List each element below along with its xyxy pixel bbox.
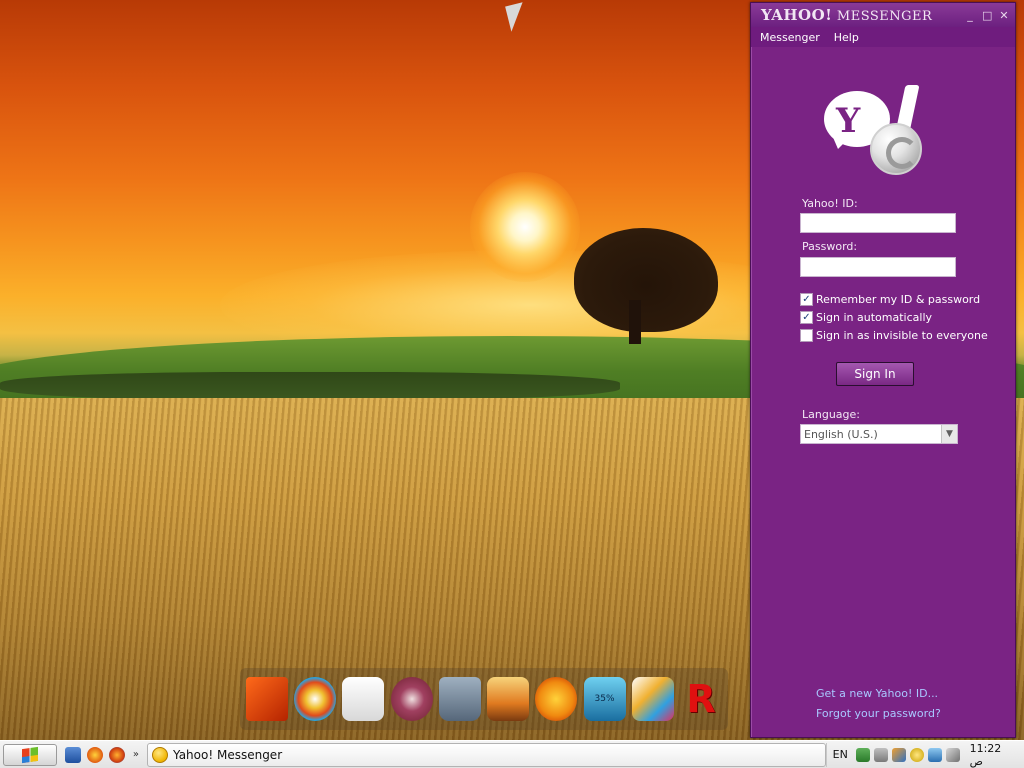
mouse-cursor-icon	[505, 2, 529, 32]
language-value: English (U.S.)	[804, 427, 878, 441]
clock[interactable]: 11:22 ص	[970, 742, 1018, 768]
close-button[interactable]: ✕	[999, 9, 1009, 22]
taskbar-item-label: Yahoo! Messenger	[173, 747, 283, 762]
quick-launch-more-button[interactable]: »	[133, 749, 139, 760]
tree-canopy	[574, 228, 718, 332]
windows-logo-icon[interactable]	[294, 677, 337, 721]
password-label: Password:	[802, 240, 858, 253]
internet-explorer-icon[interactable]	[535, 677, 578, 721]
dock: 35% R	[240, 668, 728, 730]
disc-icon[interactable]	[390, 677, 433, 721]
removable-drive-icon[interactable]	[342, 677, 385, 721]
smiley-icon	[152, 746, 169, 763]
windows-flag-icon	[21, 746, 38, 763]
recycle-bin-icon[interactable]	[438, 677, 481, 721]
yahoo-messenger-window: YAHOO! MESSENGER _ □ ✕ Messenger Help Y …	[750, 2, 1016, 738]
remember-label: Remember my ID & password	[816, 293, 981, 306]
display-settings-icon[interactable]	[891, 747, 906, 762]
window-buttons: _ □ ✕	[965, 9, 1009, 22]
taskbar: » Yahoo! Messenger EN 11:22 ص	[0, 740, 1024, 768]
auto-signin-label: Sign in automatically	[816, 311, 933, 324]
invisible-checkbox[interactable]	[800, 329, 813, 342]
speed-gauge-icon[interactable]: 35%	[583, 677, 626, 721]
remember-option[interactable]: ✓ Remember my ID & password	[800, 293, 980, 306]
invisible-option[interactable]: Sign in as invisible to everyone	[800, 329, 988, 342]
login-panel: Y Yahoo! ID: Password: ✓ Remember my ID …	[751, 47, 1015, 737]
tool-icon[interactable]	[945, 747, 960, 762]
media-player-icon[interactable]	[246, 677, 288, 721]
internet-explorer-icon[interactable]	[86, 746, 103, 763]
forgot-password-link[interactable]: Forgot your password?	[816, 707, 941, 720]
tree-trunk	[629, 300, 641, 344]
quick-launch: »	[64, 746, 139, 763]
sign-in-button[interactable]: Sign In	[836, 362, 914, 386]
network-icon[interactable]	[855, 747, 870, 762]
menu-messenger[interactable]: Messenger	[760, 31, 820, 44]
yahoo-id-input[interactable]	[800, 213, 956, 233]
sun	[470, 172, 580, 282]
logo-y-letter: Y	[836, 101, 861, 141]
taskbar-item-yahoo-messenger[interactable]: Yahoo! Messenger	[147, 742, 826, 767]
start-button[interactable]	[3, 743, 57, 766]
title-brand: YAHOO!	[761, 6, 833, 24]
yahoo-id-label: Yahoo! ID:	[802, 197, 858, 210]
maximize-button[interactable]: □	[982, 9, 992, 22]
messenger-tray-icon[interactable]	[909, 747, 924, 762]
window-titlebar[interactable]: YAHOO! MESSENGER _ □ ✕	[751, 3, 1015, 27]
logo-coin	[870, 123, 922, 175]
gauge-percent: 35%	[594, 694, 615, 704]
picture-frame-icon[interactable]	[487, 677, 530, 721]
menu-help[interactable]: Help	[834, 31, 859, 44]
input-language-indicator[interactable]: EN	[833, 748, 848, 761]
monitor-icon[interactable]	[927, 747, 942, 762]
password-input[interactable]	[800, 257, 956, 277]
auto-signin-checkbox[interactable]: ✓	[800, 311, 813, 324]
yahoo-messenger-logo-icon: Y	[824, 85, 928, 177]
language-label: Language:	[802, 408, 860, 421]
r-letter-icon[interactable]: R	[680, 677, 722, 721]
paint-palette-icon[interactable]	[631, 677, 674, 721]
menu-bar: Messenger Help	[751, 27, 1015, 47]
window-title: YAHOO! MESSENGER	[761, 6, 932, 24]
show-desktop-icon[interactable]	[64, 746, 81, 763]
firefox-icon[interactable]	[108, 746, 125, 763]
remember-checkbox[interactable]: ✓	[800, 293, 813, 306]
invisible-label: Sign in as invisible to everyone	[816, 329, 988, 342]
volume-icon[interactable]	[873, 747, 888, 762]
system-tray: EN 11:22 ص	[825, 742, 1024, 768]
minimize-button[interactable]: _	[965, 9, 975, 22]
title-text: MESSENGER	[836, 9, 933, 24]
auto-signin-option[interactable]: ✓ Sign in automatically	[800, 311, 932, 324]
language-select[interactable]: English (U.S.) ▼	[800, 424, 958, 444]
hedge-row	[0, 372, 620, 400]
chevron-down-icon[interactable]: ▼	[941, 425, 957, 443]
get-new-id-link[interactable]: Get a new Yahoo! ID...	[816, 687, 938, 700]
